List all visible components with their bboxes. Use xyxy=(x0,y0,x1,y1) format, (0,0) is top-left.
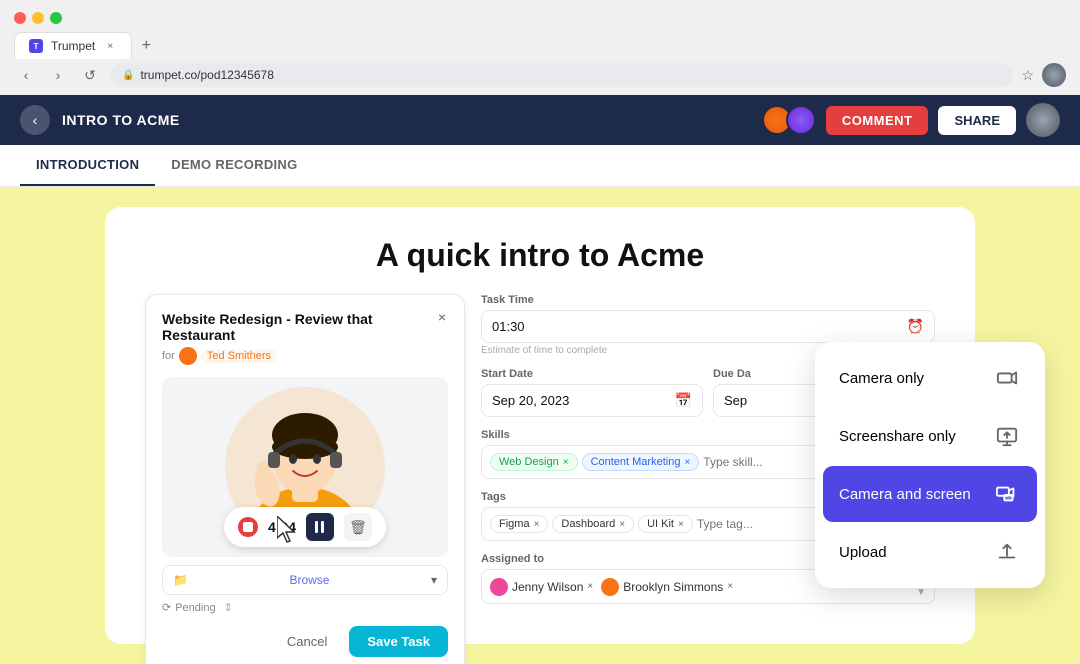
tag-figma-close[interactable]: × xyxy=(534,519,540,530)
app-header: ‹ INTRO TO ACME COMMENT SHARE xyxy=(0,95,1080,145)
rec-indicator xyxy=(238,517,258,537)
task-title: Website Redesign - Review that Restauran… xyxy=(162,311,448,343)
tab-label: Trumpet xyxy=(51,39,95,53)
task-close-btn[interactable]: × xyxy=(432,307,452,327)
back-button[interactable]: ‹ xyxy=(20,105,50,135)
brooklyn-name: Brooklyn Simmons xyxy=(623,580,723,594)
video-area: 4:24 🗑 xyxy=(162,377,448,557)
assignee-jenny: Jenny Wilson × xyxy=(490,578,593,596)
pending-icon: ⟳ xyxy=(162,601,171,614)
content-title: A quick intro to Acme xyxy=(145,237,935,274)
task-user-name: Ted Smithers xyxy=(201,349,277,363)
video-controls: 4:24 🗑 xyxy=(224,507,386,547)
reload-nav-btn[interactable]: ↺ xyxy=(78,63,102,87)
task-time-input[interactable]: 01:30 ⏰ xyxy=(481,310,935,343)
avatar-2 xyxy=(786,105,816,135)
browser-chrome: T Trumpet × + ‹ › ↺ 🔒 trumpet.co/pod1234… xyxy=(0,0,1080,95)
cancel-button[interactable]: Cancel xyxy=(275,626,339,657)
save-task-button[interactable]: Save Task xyxy=(349,626,448,657)
jenny-close[interactable]: × xyxy=(587,581,593,592)
dropdown-screenshare-only[interactable]: Screenshare only xyxy=(823,408,1037,464)
nav-tabs: INTRODUCTION DEMO RECORDING xyxy=(0,145,1080,187)
pending-label: Pending xyxy=(175,602,215,614)
traffic-maximize[interactable] xyxy=(50,12,62,24)
skill-content-marketing: Content Marketing × xyxy=(582,453,700,471)
recording-dropdown: Camera only Screenshare only Camera a xyxy=(815,342,1045,588)
tag-ui-kit: UI Kit × xyxy=(638,515,693,533)
tab-demo-recording[interactable]: DEMO RECORDING xyxy=(155,145,313,186)
tab-close-btn[interactable]: × xyxy=(103,39,117,53)
stepper-icon[interactable]: ⇕ xyxy=(224,601,233,614)
assignee-brooklyn: Brooklyn Simmons × xyxy=(601,578,733,596)
start-date-row: Start Date Sep 20, 2023 📅 xyxy=(481,368,703,417)
chevron-down-icon: ▾ xyxy=(431,573,437,587)
url-bar[interactable]: 🔒 trumpet.co/pod12345678 xyxy=(110,63,1013,87)
camera-only-label: Camera only xyxy=(839,370,924,387)
tag-dashboard: Dashboard × xyxy=(552,515,634,533)
task-for: for Ted Smithers xyxy=(162,347,448,365)
pause-button[interactable] xyxy=(306,513,334,541)
due-date-value: Sep xyxy=(724,393,747,408)
skill-content-marketing-close[interactable]: × xyxy=(684,457,690,468)
start-date-input[interactable]: Sep 20, 2023 📅 xyxy=(481,384,703,417)
start-date-label: Start Date xyxy=(481,368,703,380)
brooklyn-close[interactable]: × xyxy=(727,581,733,592)
lock-icon: 🔒 xyxy=(122,70,134,81)
main-content: A quick intro to Acme Website Redesign -… xyxy=(0,187,1080,664)
camera-only-icon xyxy=(993,364,1021,392)
pending-status: ⟳ Pending ⇕ xyxy=(162,601,448,614)
tab-favicon: T xyxy=(29,39,43,53)
trash-button[interactable]: 🗑 xyxy=(344,513,372,541)
browse-label: Browse xyxy=(289,573,329,587)
back-nav-btn[interactable]: ‹ xyxy=(14,63,38,87)
browse-icon: 📁 xyxy=(173,573,188,587)
task-time-label: Task Time xyxy=(481,294,935,306)
traffic-close[interactable] xyxy=(14,12,26,24)
rec-dot xyxy=(243,522,253,532)
new-tab-btn[interactable]: + xyxy=(136,36,156,56)
avatar-group xyxy=(762,105,816,135)
app-title: INTRO TO ACME xyxy=(62,112,180,128)
tag-ui-kit-close[interactable]: × xyxy=(678,519,684,530)
task-user-avatar xyxy=(179,347,197,365)
forward-nav-btn[interactable]: › xyxy=(46,63,70,87)
camera-and-screen-label: Camera and screen xyxy=(839,486,971,503)
tag-figma: Figma × xyxy=(490,515,548,533)
browse-dropdown[interactable]: 📁 Browse ▾ xyxy=(162,565,448,595)
calendar-icon: 📅 xyxy=(675,392,692,409)
url-text: trumpet.co/pod12345678 xyxy=(140,68,273,82)
dropdown-camera-and-screen[interactable]: Camera and screen xyxy=(823,466,1037,522)
task-form-actions: Cancel Save Task xyxy=(162,626,448,657)
screenshare-only-icon xyxy=(993,422,1021,450)
jenny-avatar xyxy=(490,578,508,596)
share-button[interactable]: SHARE xyxy=(938,106,1016,135)
user-avatar xyxy=(1026,103,1060,137)
tag-dashboard-close[interactable]: × xyxy=(619,519,625,530)
brooklyn-avatar xyxy=(601,578,619,596)
camera-and-screen-icon xyxy=(993,480,1021,508)
jenny-name: Jenny Wilson xyxy=(512,580,583,594)
start-date-value: Sep 20, 2023 xyxy=(492,393,569,408)
upload-label: Upload xyxy=(839,544,887,561)
browser-user-avatar xyxy=(1042,63,1066,87)
browser-tab[interactable]: T Trumpet × xyxy=(14,32,132,59)
task-time-value: 01:30 xyxy=(492,319,525,334)
skill-web-design: Web Design × xyxy=(490,453,578,471)
screenshare-only-label: Screenshare only xyxy=(839,428,956,445)
dropdown-upload[interactable]: Upload xyxy=(823,524,1037,580)
tab-introduction[interactable]: INTRODUCTION xyxy=(20,145,155,186)
pause-icon xyxy=(315,521,325,533)
header-actions: COMMENT SHARE xyxy=(762,103,1060,137)
cursor-indicator xyxy=(277,516,301,549)
traffic-minimize[interactable] xyxy=(32,12,44,24)
dropdown-camera-only[interactable]: Camera only xyxy=(823,350,1037,406)
clock-icon: ⏰ xyxy=(907,318,924,335)
upload-icon xyxy=(993,538,1021,566)
bookmark-btn[interactable]: ☆ xyxy=(1021,67,1034,84)
skill-web-design-close[interactable]: × xyxy=(563,457,569,468)
task-card: Website Redesign - Review that Restauran… xyxy=(145,294,465,664)
comment-button[interactable]: COMMENT xyxy=(826,106,929,135)
